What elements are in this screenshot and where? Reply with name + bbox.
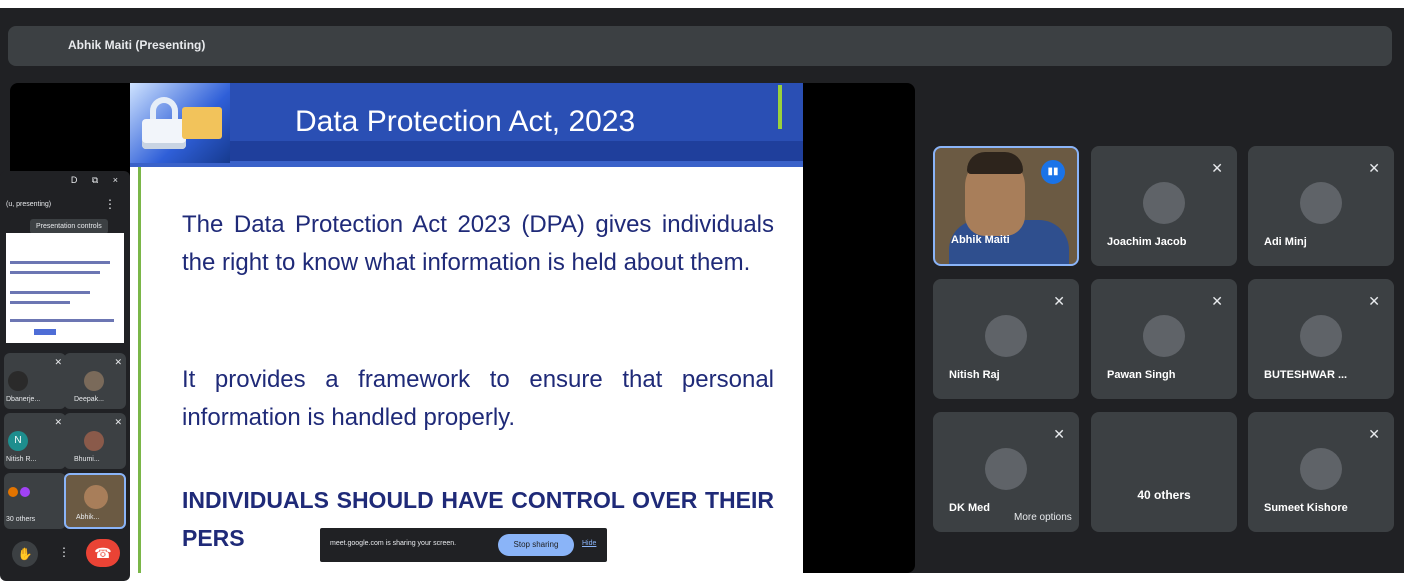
screen-share-banner: meet.google.com is sharing your screen. …	[320, 528, 607, 562]
participant-name: Pawan Singh	[1107, 369, 1176, 381]
slide-paragraph: The Data Protection Act 2023 (DPA) gives…	[182, 211, 774, 276]
participant-name: Abhik Maiti	[951, 234, 1010, 246]
pip-window-controls[interactable]: D ⧉ ×	[71, 175, 124, 186]
participant-tile[interactable]: ✕ Nitish Raj	[933, 279, 1079, 399]
avatar	[84, 431, 104, 451]
slide-title: Data Protection Act, 2023	[295, 105, 636, 138]
presenter-bar: Abhik Maiti (Presenting)	[8, 26, 1392, 66]
mic-off-icon: ✕	[1368, 160, 1380, 176]
participant-name: Joachim Jacob	[1107, 236, 1187, 248]
pip-header: (u, presenting)	[6, 201, 52, 208]
presentation-stage: Data Protection Act, 2023 The Data Prote…	[10, 83, 915, 573]
avatar	[8, 371, 28, 391]
mic-off-icon: ✕	[114, 357, 122, 367]
slide-paragraph: It provides a framework to ensure that p…	[182, 366, 774, 431]
avatar	[8, 487, 18, 497]
end-call-button[interactable]: ☎	[86, 539, 120, 567]
more-options-icon[interactable]: ⋮	[58, 545, 70, 559]
pip-tile[interactable]: Abhik...	[64, 473, 126, 529]
others-count: 40 others	[1137, 488, 1191, 502]
shared-slide: Data Protection Act, 2023 The Data Prote…	[130, 83, 803, 573]
participant-tile[interactable]: ✕ Joachim Jacob	[1091, 146, 1237, 266]
participant-tile[interactable]: ✕ Sumeet Kishore	[1248, 412, 1394, 532]
mic-off-icon: ✕	[54, 417, 62, 427]
presenter-title: Abhik Maiti (Presenting)	[68, 38, 206, 52]
mic-off-icon: ✕	[1211, 293, 1223, 309]
mic-off-icon: ✕	[1053, 426, 1065, 442]
mic-off-icon: ✕	[1368, 426, 1380, 442]
pip-tile[interactable]: N ✕ Nitish R...	[4, 413, 66, 469]
mic-off-icon: ✕	[54, 357, 62, 367]
participant-tile[interactable]: ✕ BUTESHWAR ...	[1248, 279, 1394, 399]
more-options-tooltip: More options	[1010, 510, 1076, 525]
avatar	[985, 315, 1027, 357]
others-tile[interactable]: 40 others	[1091, 412, 1237, 532]
avatar	[985, 448, 1027, 490]
lock-icon	[142, 97, 186, 149]
pip-panel[interactable]: D ⧉ × (u, presenting) ⋮ Presentation con…	[0, 171, 130, 581]
avatar	[20, 487, 30, 497]
folder-icon	[182, 107, 222, 139]
pip-tile[interactable]: 30 others	[4, 473, 66, 529]
meet-window: Abhik Maiti (Presenting) Data Protection…	[0, 8, 1404, 581]
avatar: N	[8, 431, 28, 451]
avatar	[84, 485, 108, 509]
raise-hand-button[interactable]: ✋	[12, 541, 38, 567]
participant-name: Sumeet Kishore	[1264, 502, 1348, 514]
avatar	[1143, 182, 1185, 224]
participant-tile[interactable]: ✕ Adi Minj	[1248, 146, 1394, 266]
slide-accent-line	[778, 85, 782, 129]
participant-name: DK Med	[949, 502, 990, 514]
hide-link[interactable]: Hide	[582, 540, 596, 547]
share-message: meet.google.com is sharing your screen.	[330, 540, 457, 547]
participant-tile[interactable]: ✕ Pawan Singh	[1091, 279, 1237, 399]
pip-tile[interactable]: ✕ Dbanerje...	[4, 353, 66, 409]
participant-name: Adi Minj	[1264, 236, 1307, 248]
slide-left-rule	[138, 167, 141, 573]
avatar	[84, 371, 104, 391]
speaking-indicator-icon: ▮▮	[1041, 160, 1065, 184]
pip-tile[interactable]: ✕ Deepak...	[64, 353, 126, 409]
mic-off-icon: ✕	[1053, 293, 1065, 309]
tooltip: Presentation controls	[30, 219, 108, 234]
mic-off-icon: ✕	[1368, 293, 1380, 309]
avatar	[1300, 182, 1342, 224]
avatar	[1300, 448, 1342, 490]
slide-header-rule	[130, 161, 803, 167]
more-vert-icon[interactable]: ⋮	[104, 197, 116, 211]
pip-tile[interactable]: ✕ Bhumi...	[64, 413, 126, 469]
avatar	[1300, 315, 1342, 357]
stop-sharing-button[interactable]: Stop sharing	[498, 534, 574, 556]
slide-corner-graphic	[130, 83, 230, 163]
slide-thumbnail	[6, 233, 124, 343]
participant-name: Nitish Raj	[949, 369, 1000, 381]
participant-name: BUTESHWAR ...	[1264, 369, 1348, 381]
participant-tile[interactable]: ▮▮ Abhik Maiti	[933, 146, 1079, 266]
avatar	[1143, 315, 1185, 357]
mic-off-icon: ✕	[114, 417, 122, 427]
mic-off-icon: ✕	[1211, 160, 1223, 176]
